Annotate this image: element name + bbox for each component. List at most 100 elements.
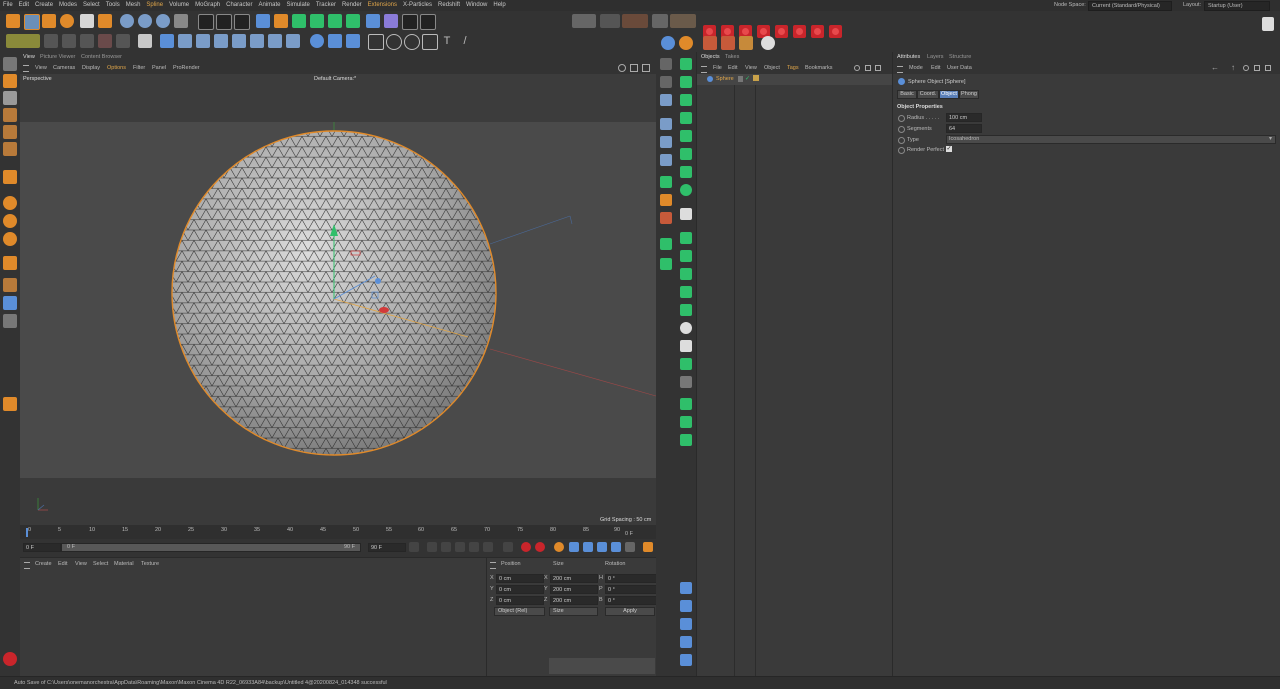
render-settings-icon[interactable] [234,14,250,30]
tab-takes[interactable]: Takes [725,54,739,60]
viewport-zoom-icon[interactable] [630,64,638,72]
deformer-8-icon[interactable] [680,358,692,370]
points-icon[interactable] [3,108,17,122]
material-menu-select[interactable]: Select [93,561,108,567]
edges-icon[interactable] [3,125,17,139]
ring-spline-icon[interactable] [404,34,420,50]
material-menu-icon[interactable] [24,562,30,569]
redshift-sphere-icon[interactable] [761,36,775,50]
effector-3-icon[interactable] [680,434,692,446]
generator-8-icon[interactable] [680,184,692,196]
frame-range-slider[interactable]: 0 F 90 F [61,543,361,552]
circle-spline-icon[interactable] [386,34,402,50]
viewport-menu-panel[interactable]: Panel [152,65,166,71]
timeline-ruler[interactable]: 0 5 10 15 20 25 30 35 40 45 50 55 60 65 … [20,525,656,539]
type-dropdown[interactable]: Icosahedron ▾ [946,135,1276,144]
axis-mode-icon[interactable] [178,34,192,48]
keyframe-selection-icon[interactable] [554,542,564,552]
previous-frame-icon[interactable] [441,542,451,552]
tab-attributes[interactable]: Attributes [897,54,920,60]
effector-2-icon[interactable] [680,416,692,428]
plugin-tool-7-icon[interactable] [660,176,672,188]
plugin-tool-5-icon[interactable] [660,136,672,148]
scale-key-icon[interactable] [583,542,593,552]
layer-icon[interactable] [738,76,743,82]
snap-s-icon-1[interactable] [3,196,17,210]
tab-structure[interactable]: Structure [949,54,971,60]
s-plugin-icon-1[interactable] [661,36,675,50]
pen-icon[interactable] [274,14,288,28]
generator-3-icon[interactable] [680,94,692,106]
object-menu-view[interactable]: View [745,65,757,71]
generator-9-icon[interactable] [680,208,692,220]
plugin-tool-8-icon[interactable] [660,194,672,206]
generator-1-icon[interactable] [680,58,692,70]
menu-extensions[interactable]: Extensions [365,0,400,11]
workplane-icon[interactable] [160,34,174,48]
gizmo-x-handle[interactable] [379,307,389,313]
character-tools-icon[interactable] [622,14,648,28]
z-axis-icon[interactable] [156,14,170,28]
render-perfect-checkbox[interactable]: ✓ [946,146,952,152]
rectangle-spline-icon[interactable] [368,34,384,50]
tweak-icon[interactable] [3,256,17,270]
menu-tracker[interactable]: Tracker [313,0,339,11]
size-z-field[interactable] [550,596,598,605]
field-icon[interactable] [366,14,380,28]
plane-icon[interactable] [346,34,360,48]
subtab-phong[interactable]: Phong [959,90,979,99]
mograph-icon[interactable] [346,14,360,28]
move-tool-icon[interactable] [24,14,40,30]
edges-mode-icon[interactable] [62,34,76,48]
attribute-menu-edit[interactable]: Edit [931,65,940,71]
viewport-menu-view[interactable]: View [35,65,47,71]
next-frame-icon[interactable] [469,542,479,552]
lock-icon[interactable] [1254,65,1260,71]
viewport-move-icon[interactable] [618,64,626,72]
up-arrow-icon[interactable]: ↑ [1231,63,1235,72]
line-spline-icon[interactable]: / [458,34,472,48]
redshift-object-icon[interactable] [703,36,717,50]
material-menu-material[interactable]: Material [114,561,134,567]
subtab-object[interactable]: Object [939,90,959,99]
uv-mode-icon[interactable] [98,34,112,48]
tab-objects[interactable]: Objects [701,54,720,60]
new-window-icon[interactable] [1265,65,1271,71]
attribute-search-icon[interactable] [1243,65,1249,71]
rotation-p-field[interactable] [605,585,657,594]
cylinder-spline-icon[interactable] [422,34,438,50]
interaction-icon[interactable] [572,14,596,28]
plugin-tool-6-icon[interactable] [660,154,672,166]
redshift-dome-icon[interactable] [739,36,753,50]
subtab-basic[interactable]: Basic [897,90,917,99]
pla-key-icon[interactable] [625,542,635,552]
scale-tool-icon[interactable] [42,14,56,28]
points-mode-icon[interactable] [44,34,58,48]
plugin-tool-4-icon[interactable] [660,118,672,130]
sculpt-icon[interactable] [268,34,282,48]
rotation-b-field[interactable] [605,596,657,605]
attribute-menu-icon[interactable] [897,66,903,73]
material-menu-create[interactable]: Create [35,561,52,567]
play-icon[interactable] [455,542,465,552]
attribute-menu-mode[interactable]: Mode [909,65,923,71]
grid-icon[interactable] [196,34,210,48]
plugin-tool-11-icon[interactable] [660,258,672,270]
deformer-1-icon[interactable] [680,232,692,244]
object-menu-tags[interactable]: Tags [787,65,799,71]
coordinate-system-icon[interactable] [174,14,188,28]
light-icon[interactable] [420,14,436,30]
plugin-tool-10-icon[interactable] [660,238,672,250]
axis-icon[interactable] [3,170,17,184]
menu-modes[interactable]: Modes [56,0,80,11]
object-filter-icon[interactable] [875,65,881,71]
material-menu-texture[interactable]: Texture [141,561,159,567]
object-tool-1-icon[interactable] [680,582,692,594]
model-icon[interactable] [3,74,17,88]
polygons-mode-icon[interactable] [80,34,94,48]
object-menu-icon[interactable] [701,66,707,73]
locked-workplane-icon[interactable] [3,296,17,310]
plugin-tool-9-icon[interactable] [660,212,672,224]
workplane-lock-icon[interactable] [3,278,17,292]
segments-field[interactable] [946,124,982,133]
